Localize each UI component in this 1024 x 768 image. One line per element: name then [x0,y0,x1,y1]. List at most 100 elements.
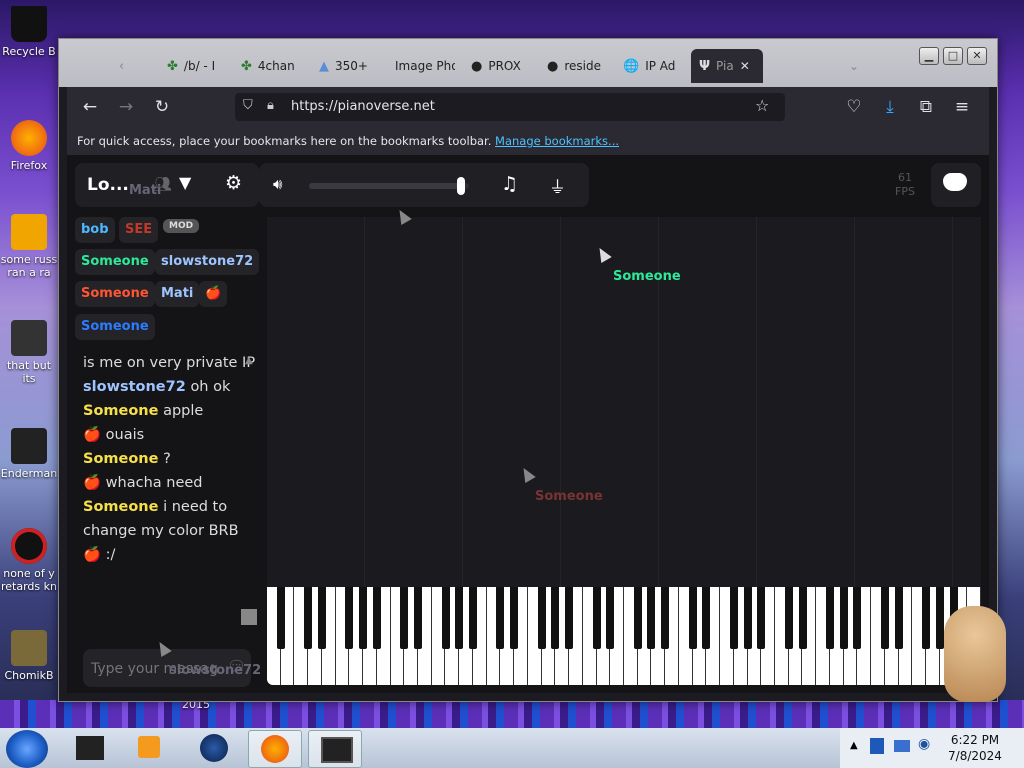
tray-app-icon[interactable] [870,738,884,754]
firefox-desktop-icon[interactable]: Firefox [0,120,58,172]
piano-black-key[interactable] [537,587,546,649]
lock-icon[interactable]: 🔒︎ [267,98,274,113]
url-bar[interactable]: ⛉ 🔒︎ https://pianoverse.net ☆ [235,93,785,121]
tab-image-photo[interactable]: Image Pho [395,49,455,83]
close-tab-icon[interactable]: ✕ [740,59,750,73]
pocket-icon[interactable]: ♡ [843,96,865,118]
taskbar-app[interactable] [66,730,118,766]
tab-350[interactable]: ▲ 350+ [319,49,379,83]
user-chip[interactable]: Someone [75,281,155,307]
piano-black-key[interactable] [345,587,354,649]
taskbar-app[interactable] [188,730,240,766]
piano-black-key[interactable] [798,587,807,649]
piano-black-key[interactable] [441,587,450,649]
piano-black-key[interactable] [455,587,464,649]
manage-bookmarks-link[interactable]: Manage bookmarks... [495,134,619,148]
user-chip[interactable]: Someone [75,249,155,275]
volume-slider[interactable] [309,177,469,195]
user-chip[interactable]: bob [75,217,115,243]
extensions-icon[interactable]: ⧉ [915,96,937,118]
piano-black-key[interactable] [372,587,381,649]
piano-black-key[interactable] [565,587,574,649]
reload-button[interactable]: ↻ [151,96,173,118]
user-chip[interactable]: SEE [119,217,159,243]
user-chip[interactable]: Mati [155,281,200,307]
settings-gear-icon[interactable]: ⚙ [225,172,242,194]
discord-button[interactable] [931,163,981,207]
shield-icon[interactable]: ⛉ [243,98,253,113]
close-window-button[interactable]: ✕ [967,47,987,65]
tab-pianoverse[interactable]: Ψ Pia ✕ [691,49,763,83]
chat-scrollbar[interactable]: ▲ [241,355,257,625]
piano-black-key[interactable] [276,587,285,649]
piano-black-key[interactable] [304,587,313,649]
recycle-bin-desktop-icon[interactable]: Recycle B [0,6,58,58]
piano-black-key[interactable] [551,587,560,649]
piano-black-key[interactable] [633,587,642,649]
start-button[interactable] [6,730,48,768]
tray-volume-icon[interactable]: ◉ [918,736,930,752]
chevron-up-icon[interactable]: ▲ [245,355,253,366]
clock[interactable]: 6:22 PM 7/8/2024 [930,732,1020,764]
back-button[interactable]: ← [79,96,101,118]
piano-black-key[interactable] [784,587,793,649]
user-chip[interactable]: Someone [75,314,155,340]
tab-reside[interactable]: ● reside [547,49,603,83]
volume-slider-thumb[interactable] [457,177,465,195]
user-chip[interactable]: slowstone72 [155,249,260,275]
taskbar-app[interactable] [308,730,362,768]
piano-black-key[interactable] [606,587,615,649]
piano-black-key[interactable] [510,587,519,649]
piano-black-key[interactable] [702,587,711,649]
piano-black-key[interactable] [647,587,656,649]
maximize-button[interactable]: □ [943,47,963,65]
plug-icon[interactable]: ⏚ [549,173,566,198]
piano-black-key[interactable] [894,587,903,649]
tab-b-board[interactable]: ✤/b/ - I [167,49,225,83]
file-desktop-icon[interactable]: ChomikB [0,630,58,682]
piano-black-key[interactable] [825,587,834,649]
piano-keyboard[interactable] [267,587,981,685]
piano-black-key[interactable] [317,587,326,649]
chevron-down-icon[interactable]: ▼ [179,173,191,192]
piano-black-key[interactable] [359,587,368,649]
tab-blank[interactable]: ‹ [119,49,143,83]
menu-icon[interactable]: ≡ [951,96,973,118]
taskbar-firefox[interactable] [248,730,302,768]
piano-black-key[interactable] [400,587,409,649]
url-text[interactable]: https://pianoverse.net [291,99,435,114]
piano-black-key[interactable] [496,587,505,649]
piano-black-key[interactable] [922,587,931,649]
piano-black-key[interactable] [853,587,862,649]
piano-black-key[interactable] [661,587,670,649]
scroll-thumb[interactable] [241,609,257,625]
show-hidden-icons-icon[interactable]: ▲ [850,740,858,751]
piano-black-key[interactable] [757,587,766,649]
minimize-button[interactable]: ▁ [919,47,939,65]
piano-black-key[interactable] [688,587,697,649]
taskbar-app[interactable] [126,730,178,766]
tab-ip-address[interactable]: 🌐 IP Ad [623,49,683,83]
piano-black-key[interactable] [468,587,477,649]
piano-black-key[interactable] [729,587,738,649]
list-tabs-button[interactable]: ⌄ [849,49,863,83]
piano-black-key[interactable] [592,587,601,649]
tray-network-icon[interactable] [894,740,910,752]
file-desktop-icon[interactable]: some russ ran a ra [0,214,58,279]
file-desktop-icon[interactable]: Enderman [0,428,58,480]
bookmark-star-icon[interactable]: ☆ [755,96,769,115]
piano-black-key[interactable] [935,587,944,649]
piano-black-key[interactable] [839,587,848,649]
downloads-icon[interactable]: ⤓ [879,96,901,118]
title-bar[interactable]: ‹ ✤/b/ - I ✤ 4chan ▲ 350+ Image Pho ● PROX … [59,39,997,87]
piano-black-key[interactable] [743,587,752,649]
music-note-icon[interactable]: ♫ [501,173,518,195]
apple-user-chip[interactable]: 🍎 [199,281,228,307]
piano-black-key[interactable] [880,587,889,649]
piano-black-key[interactable] [414,587,423,649]
tab-4chan[interactable]: ✤ 4chan [241,49,301,83]
room-name[interactable]: Lo... [87,175,129,195]
tab-prox[interactable]: ● PROX [471,49,531,83]
file-desktop-icon[interactable]: that but its [0,320,58,385]
forward-button[interactable]: → [115,96,137,118]
